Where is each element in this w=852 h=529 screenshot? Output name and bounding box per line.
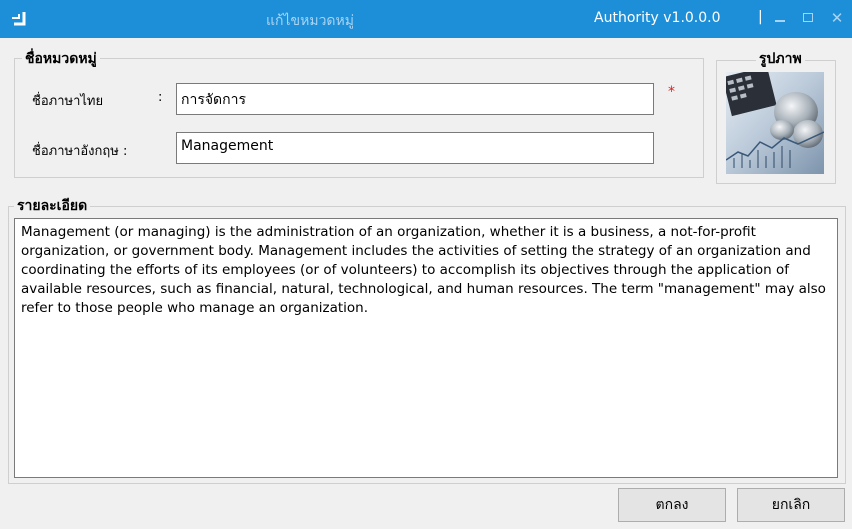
- cancel-button[interactable]: ยกเลิก: [737, 488, 845, 522]
- close-icon: ✕: [830, 9, 844, 27]
- thai-name-colon: :: [158, 90, 163, 105]
- english-name-label: ชื่อภาษาอังกฤษ :: [32, 144, 128, 159]
- detail-legend: รายละเอียด: [14, 195, 91, 217]
- title-bar[interactable]: แก้ไขหมวดหมู่ Authority v1.0.0.0 | ✕: [0, 0, 852, 38]
- detail-textarea[interactable]: Management (or managing) is the administ…: [14, 218, 838, 478]
- minimize-button[interactable]: [770, 7, 792, 29]
- app-version: Authority v1.0.0.0: [594, 10, 721, 26]
- title-separator: |: [758, 9, 763, 25]
- ok-button[interactable]: ตกลง: [618, 488, 726, 522]
- minimize-icon: [775, 20, 785, 22]
- maximize-button[interactable]: [798, 7, 820, 29]
- image-legend: รูปภาพ: [756, 48, 805, 70]
- maximize-icon: [803, 13, 813, 22]
- window-title: แก้ไขหมวดหมู่: [266, 13, 354, 29]
- thai-name-label: ชื่อภาษาไทย: [32, 94, 104, 109]
- category-image[interactable]: [726, 72, 824, 174]
- close-button[interactable]: ✕: [826, 7, 848, 29]
- required-marker: *: [668, 84, 675, 100]
- thai-name-input[interactable]: การจัดการ: [176, 83, 654, 115]
- english-name-input[interactable]: Management: [176, 132, 654, 164]
- category-name-legend: ชื่อหมวดหมู่: [22, 48, 100, 70]
